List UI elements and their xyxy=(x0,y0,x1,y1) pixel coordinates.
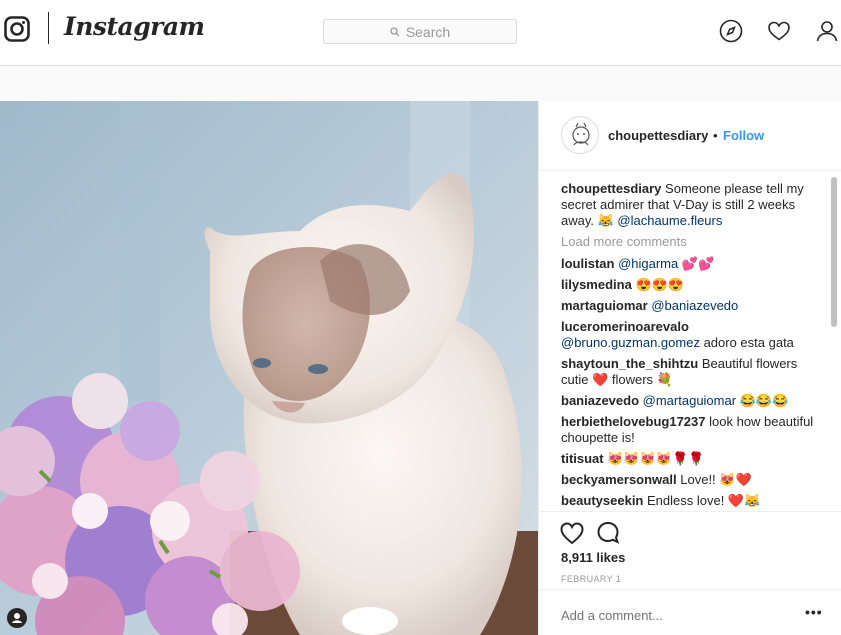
comment-username[interactable]: loulistan xyxy=(561,256,614,271)
comment-row: loulistan @higarma 💕💕 xyxy=(561,256,826,272)
comments-scrollbar[interactable] xyxy=(828,173,839,511)
scrollbar-thumb[interactable] xyxy=(831,177,837,327)
comment-row: lilysmedina 😍😍😍 xyxy=(561,277,826,293)
comment-mention[interactable]: @higarma xyxy=(618,256,678,271)
comment-text: adoro esta gata xyxy=(703,335,794,350)
comment-row: martaguiomar @baniazevedo xyxy=(561,298,826,314)
comments-list[interactable]: choupettesdiary Someone please tell my s… xyxy=(561,181,826,511)
heart-icon[interactable] xyxy=(767,19,791,43)
comment-username[interactable]: titisuat xyxy=(561,451,604,466)
likes-count[interactable]: 8,911 likes xyxy=(561,550,625,565)
search-placeholder: Search xyxy=(405,23,451,40)
comment-username[interactable]: baniazevedo xyxy=(561,393,639,408)
comment-mention[interactable]: @martaguiomar xyxy=(643,393,736,408)
comment-username[interactable]: martaguiomar xyxy=(561,298,648,313)
caption: choupettesdiary Someone please tell my s… xyxy=(561,181,826,229)
comment-text: Endless love! ❤️😹 xyxy=(647,493,761,508)
post-date: FEBRUARY 1 xyxy=(561,574,622,584)
add-comment-input[interactable] xyxy=(561,608,801,623)
comment-row: luceromerinoarevalo @bruno.guzman.gomez … xyxy=(561,319,826,351)
post-card: choupettesdiary • Follow choupettesdiary… xyxy=(0,101,841,635)
comment-username[interactable]: lilysmedina xyxy=(561,277,632,292)
comment-row: beckyamersonwall Love!! 😻❤️ xyxy=(561,472,826,488)
caption-mention[interactable]: @lachaume.fleurs xyxy=(617,213,722,228)
compass-icon[interactable] xyxy=(719,19,743,43)
comment-text: 💕💕 xyxy=(681,256,715,271)
author-username[interactable]: choupettesdiary xyxy=(608,128,708,143)
comment-mention[interactable]: @bruno.guzman.gomez xyxy=(561,335,700,350)
search-input[interactable]: Search xyxy=(323,19,517,44)
comment-username[interactable]: beckyamersonwall xyxy=(561,472,677,487)
cat-with-flowers-image xyxy=(0,101,538,635)
comment-username[interactable]: beautyseekin xyxy=(561,493,643,508)
avatar[interactable] xyxy=(561,116,599,154)
instagram-wordmark[interactable]: Instagram xyxy=(64,12,205,41)
comment-row: baniazevedo @martaguiomar 😂😂😂 xyxy=(561,393,826,409)
comment-username[interactable]: herbiethelovebug17237 xyxy=(561,414,706,429)
comment-text: Love!! 😻❤️ xyxy=(680,472,752,487)
separator-dot: • xyxy=(713,128,718,143)
comment-row: titisuat 😻😻😻😻🌹🌹 xyxy=(561,451,826,467)
comment-text: 😻😻😻😻🌹🌹 xyxy=(607,451,705,466)
comment-username[interactable]: luceromerinoarevalo xyxy=(561,319,689,334)
comment-text: 😍😍😍 xyxy=(635,277,684,292)
speech-bubble-icon[interactable] xyxy=(595,520,621,546)
post-photo[interactable] xyxy=(0,101,538,635)
comment-row: beautyseekin Endless love! ❤️😹 xyxy=(561,493,826,509)
comment-row: shaytoun_the_shihtzu Beautiful flowers c… xyxy=(561,356,826,388)
instagram-camera-icon[interactable] xyxy=(4,16,30,42)
top-navigation-bar: Instagram Search xyxy=(0,0,841,66)
load-more-comments-button[interactable]: Load more comments xyxy=(561,234,826,250)
add-comment-bar: ••• xyxy=(539,589,841,635)
heart-outline-icon[interactable] xyxy=(559,520,585,546)
more-options-button[interactable]: ••• xyxy=(805,604,823,620)
post-header: choupettesdiary • Follow xyxy=(539,101,841,171)
post-sidebar: choupettesdiary • Follow choupettesdiary… xyxy=(538,101,841,635)
caption-username[interactable]: choupettesdiary xyxy=(561,181,661,196)
post-actions: 8,911 likes FEBRUARY 1 xyxy=(539,511,841,584)
comment-mention[interactable]: @baniazevedo xyxy=(651,298,738,313)
logo-divider xyxy=(48,12,49,44)
search-icon xyxy=(390,26,400,36)
person-icon[interactable] xyxy=(815,19,839,43)
comment-row: herbiethelovebug17237 look how beautiful… xyxy=(561,414,826,446)
follow-button[interactable]: Follow xyxy=(723,128,764,143)
person-tag-icon[interactable] xyxy=(7,608,27,628)
comment-username[interactable]: shaytoun_the_shihtzu xyxy=(561,356,698,371)
comment-text: 😂😂😂 xyxy=(739,393,789,408)
